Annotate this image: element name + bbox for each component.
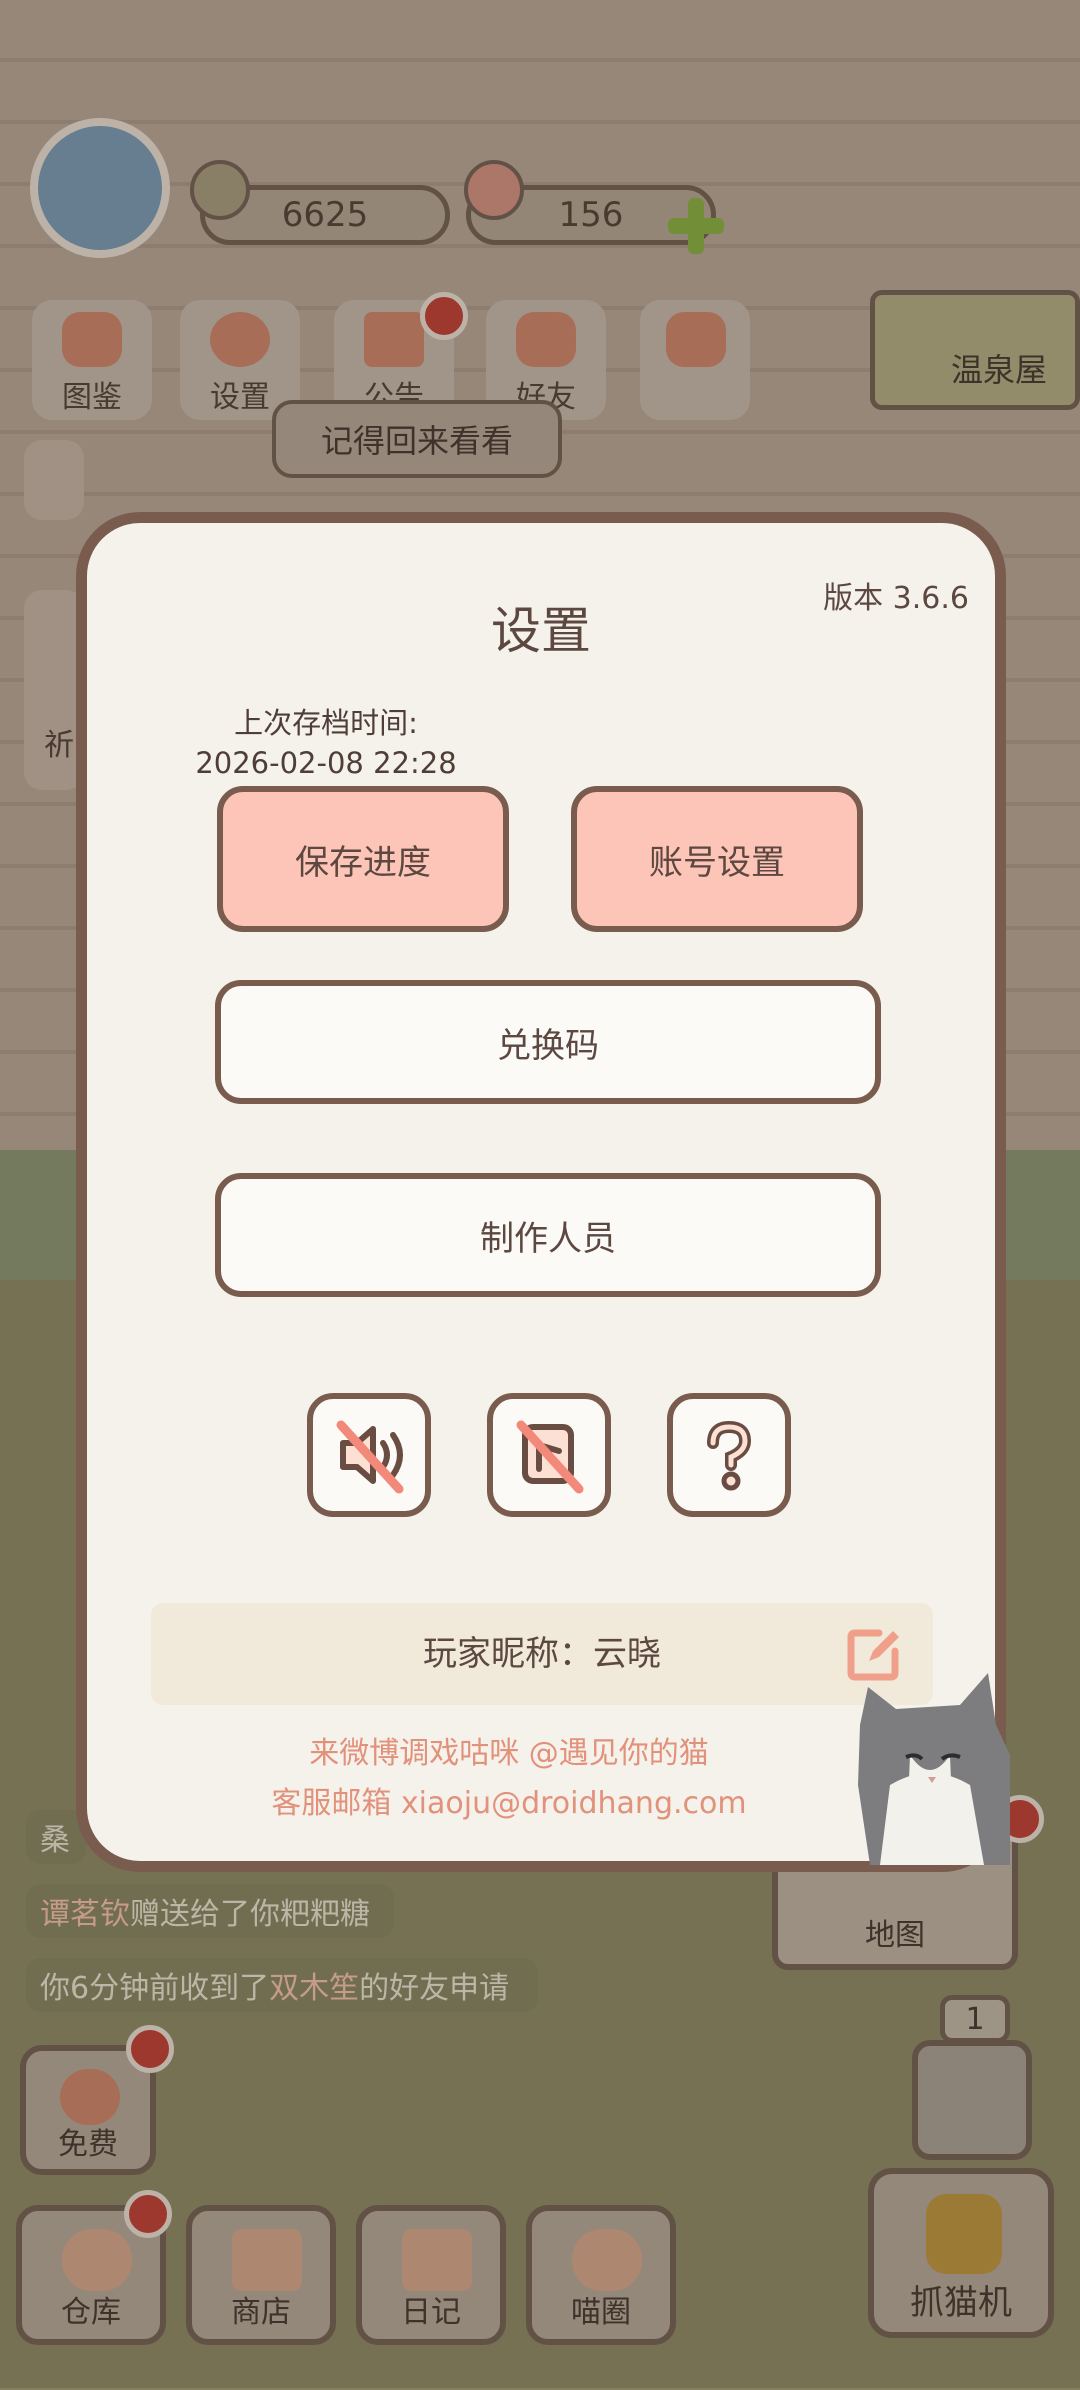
nickname-field[interactable]: 玩家昵称：云晓 <box>151 1603 933 1705</box>
version-label: 版本 3.6.6 <box>823 581 969 616</box>
last-save-label: 上次存档时间: <box>234 706 418 740</box>
sound-muted-icon <box>336 1420 404 1494</box>
weibo-link[interactable]: 来微博调戏咕咪 @遇见你的猫 <box>87 1728 931 1772</box>
cat-photo-image <box>858 1673 1010 1865</box>
music-toggle-button[interactable] <box>487 1393 611 1517</box>
credits-button[interactable]: 制作人员 <box>215 1173 881 1297</box>
credits-label: 制作人员 <box>480 1218 616 1259</box>
redeem-code-label: 兑换码 <box>497 1025 599 1066</box>
sound-toggle-button[interactable] <box>307 1393 431 1517</box>
account-settings-button[interactable]: 账号设置 <box>571 786 863 932</box>
nickname-text: 玩家昵称：云晓 <box>423 1634 661 1674</box>
question-icon <box>707 1420 752 1491</box>
redeem-code-button[interactable]: 兑换码 <box>215 980 881 1104</box>
help-button[interactable] <box>667 1393 791 1517</box>
music-muted-icon <box>516 1420 584 1494</box>
support-email-link[interactable]: 客服邮箱 xiaoju@droidhang.com <box>87 1778 931 1822</box>
save-progress-button[interactable]: 保存进度 <box>217 786 509 932</box>
last-save-time: 2026-02-08 22:28 <box>195 746 457 780</box>
save-progress-label: 保存进度 <box>295 842 431 883</box>
account-settings-label: 账号设置 <box>649 842 785 883</box>
last-save-info: 上次存档时间: 2026-02-08 22:28 <box>191 703 461 783</box>
